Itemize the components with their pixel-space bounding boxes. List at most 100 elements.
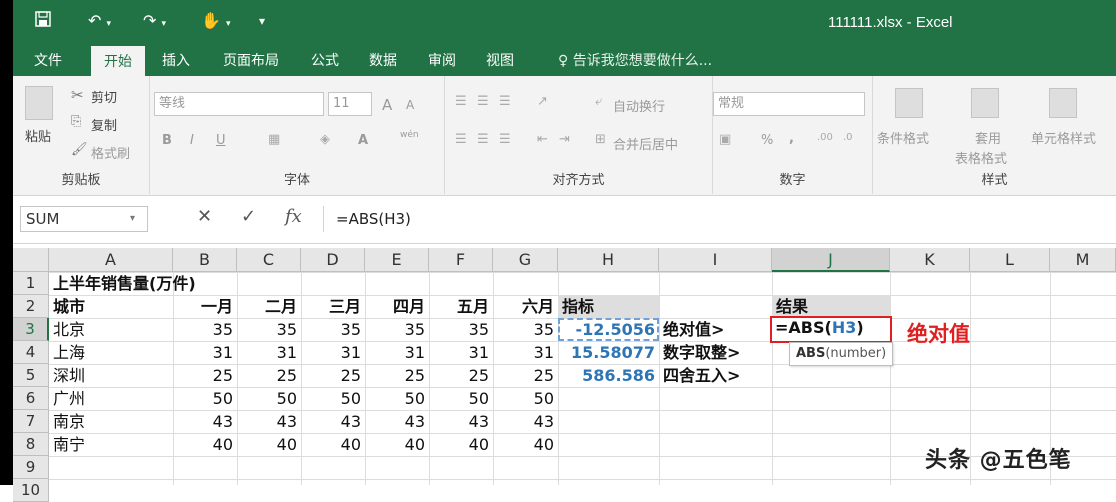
copy-button[interactable]: 复制 bbox=[91, 115, 117, 134]
cell-e5[interactable]: 25 bbox=[365, 364, 429, 387]
cancel-icon[interactable]: ✕ bbox=[197, 206, 212, 227]
row-header-9[interactable]: 9 bbox=[13, 456, 49, 479]
touch-mode-icon[interactable]: ✋ ▾ bbox=[201, 11, 231, 30]
paste-button[interactable]: 粘贴 bbox=[25, 126, 51, 145]
cell-d5[interactable]: 25 bbox=[301, 364, 365, 387]
cell-c5[interactable]: 25 bbox=[237, 364, 301, 387]
cell-j2[interactable]: 结果 bbox=[776, 295, 808, 318]
tab-page-layout[interactable]: 页面布局 bbox=[211, 46, 291, 76]
tab-insert[interactable]: 插入 bbox=[151, 46, 201, 76]
align-top-icon[interactable]: ☰ bbox=[455, 94, 467, 109]
wrap-text-button[interactable]: 自动换行 bbox=[613, 96, 665, 115]
cell-g4[interactable]: 31 bbox=[493, 341, 558, 364]
cell-g7[interactable]: 43 bbox=[493, 410, 558, 433]
cell-a2[interactable]: 城市 bbox=[53, 295, 85, 318]
cell-styles-button[interactable]: 单元格样式 bbox=[1031, 128, 1096, 147]
tab-view[interactable]: 视图 bbox=[475, 46, 525, 76]
format-as-table-icon[interactable] bbox=[971, 88, 999, 118]
cell-d3[interactable]: 35 bbox=[301, 318, 365, 341]
cell-h2[interactable]: 指标 bbox=[562, 295, 594, 318]
redo-icon[interactable]: ↷ ▾ bbox=[143, 11, 166, 30]
cell-g3[interactable]: 35 bbox=[493, 318, 558, 341]
comma-button[interactable]: , bbox=[789, 131, 794, 146]
format-as-table-line2[interactable]: 表格格式 bbox=[955, 148, 1007, 167]
save-icon[interactable] bbox=[35, 11, 51, 31]
cell-g5[interactable]: 25 bbox=[493, 364, 558, 387]
cell-a6[interactable]: 广州 bbox=[53, 387, 85, 410]
copy-icon[interactable]: ⎘ bbox=[71, 114, 81, 129]
merge-center-icon[interactable]: ⊞ bbox=[595, 132, 606, 147]
cell-h5[interactable]: 586.586 bbox=[558, 364, 659, 387]
col-header-m[interactable]: M bbox=[1050, 248, 1116, 272]
name-box[interactable]: SUM bbox=[20, 206, 148, 232]
cell-c6[interactable]: 50 bbox=[237, 387, 301, 410]
tab-formulas[interactable]: 公式 bbox=[300, 46, 350, 76]
cell-b5[interactable]: 25 bbox=[173, 364, 237, 387]
col-header-a[interactable]: A bbox=[49, 248, 173, 272]
format-painter-button[interactable]: 格式刷 bbox=[91, 143, 130, 162]
cell-b2[interactable]: 一月 bbox=[173, 295, 237, 318]
col-header-d[interactable]: D bbox=[301, 248, 365, 272]
cell-i5[interactable]: 四舍五入> bbox=[663, 364, 740, 387]
cell-b8[interactable]: 40 bbox=[173, 433, 237, 456]
row-header-5[interactable]: 5 bbox=[13, 364, 49, 387]
col-header-k[interactable]: K bbox=[890, 248, 970, 272]
cell-f6[interactable]: 50 bbox=[429, 387, 493, 410]
increase-indent-icon[interactable]: ⇥ bbox=[559, 132, 570, 147]
cell-j3-editing[interactable]: =ABS(H3) bbox=[770, 316, 892, 343]
col-header-j[interactable]: J bbox=[772, 248, 890, 272]
font-color-button[interactable]: A bbox=[358, 133, 368, 148]
cell-g8[interactable]: 40 bbox=[493, 433, 558, 456]
tab-data[interactable]: 数据 bbox=[358, 46, 408, 76]
row-header-4[interactable]: 4 bbox=[13, 341, 49, 364]
cell-a5[interactable]: 深圳 bbox=[53, 364, 85, 387]
undo-icon[interactable]: ↶ ▾ bbox=[88, 11, 111, 30]
tooltip-function-name[interactable]: ABS bbox=[796, 346, 825, 361]
select-all-corner[interactable] bbox=[13, 248, 49, 272]
cell-styles-icon[interactable] bbox=[1049, 88, 1077, 118]
cut-button[interactable]: 剪切 bbox=[91, 87, 117, 106]
cell-a4[interactable]: 上海 bbox=[53, 341, 85, 364]
cell-c7[interactable]: 43 bbox=[237, 410, 301, 433]
row-header-2[interactable]: 2 bbox=[13, 295, 49, 318]
align-center-icon[interactable]: ☰ bbox=[477, 132, 489, 147]
align-middle-icon[interactable]: ☰ bbox=[477, 94, 489, 109]
grow-font-button[interactable]: A bbox=[382, 96, 392, 114]
accounting-format-icon[interactable]: ▣ bbox=[719, 132, 731, 147]
font-size-box[interactable]: 11 bbox=[328, 92, 372, 116]
cell-c2[interactable]: 二月 bbox=[237, 295, 301, 318]
tab-review[interactable]: 审阅 bbox=[417, 46, 467, 76]
underline-button[interactable]: U bbox=[216, 133, 226, 148]
cell-e8[interactable]: 40 bbox=[365, 433, 429, 456]
customize-toolbar-icon[interactable]: ▾ bbox=[259, 14, 265, 28]
cell-b4[interactable]: 31 bbox=[173, 341, 237, 364]
bold-button[interactable]: B bbox=[162, 133, 172, 148]
cell-a3[interactable]: 北京 bbox=[53, 318, 85, 341]
align-right-icon[interactable]: ☰ bbox=[499, 132, 511, 147]
col-header-f[interactable]: F bbox=[429, 248, 493, 272]
cell-e3[interactable]: 35 bbox=[365, 318, 429, 341]
cell-g2[interactable]: 六月 bbox=[493, 295, 558, 318]
cell-c8[interactable]: 40 bbox=[237, 433, 301, 456]
conditional-format-button[interactable]: 条件格式 bbox=[877, 128, 929, 147]
col-header-h[interactable]: H bbox=[558, 248, 659, 272]
row-header-7[interactable]: 7 bbox=[13, 410, 49, 433]
fill-color-icon[interactable]: ◈ bbox=[320, 132, 330, 147]
format-painter-icon[interactable]: 🖌 bbox=[71, 142, 88, 157]
cell-g6[interactable]: 50 bbox=[493, 387, 558, 410]
cell-a1[interactable]: 上半年销售量(万件) bbox=[53, 272, 196, 295]
cell-f8[interactable]: 40 bbox=[429, 433, 493, 456]
worksheet-grid[interactable]: A B C D E F G H I J K L M 1 2 3 4 5 6 7 … bbox=[13, 248, 1116, 502]
cell-a8[interactable]: 南宁 bbox=[53, 433, 85, 456]
cell-i4[interactable]: 数字取整> bbox=[663, 341, 740, 364]
paste-icon[interactable] bbox=[25, 86, 53, 120]
cell-f7[interactable]: 43 bbox=[429, 410, 493, 433]
row-header-8[interactable]: 8 bbox=[13, 433, 49, 456]
col-header-i[interactable]: I bbox=[659, 248, 772, 272]
font-name-box[interactable]: 等线 bbox=[154, 92, 324, 116]
conditional-format-icon[interactable] bbox=[895, 88, 923, 118]
shrink-font-button[interactable]: A bbox=[406, 98, 414, 112]
cell-b3[interactable]: 35 bbox=[173, 318, 237, 341]
row-header-6[interactable]: 6 bbox=[13, 387, 49, 410]
cell-d2[interactable]: 三月 bbox=[301, 295, 365, 318]
